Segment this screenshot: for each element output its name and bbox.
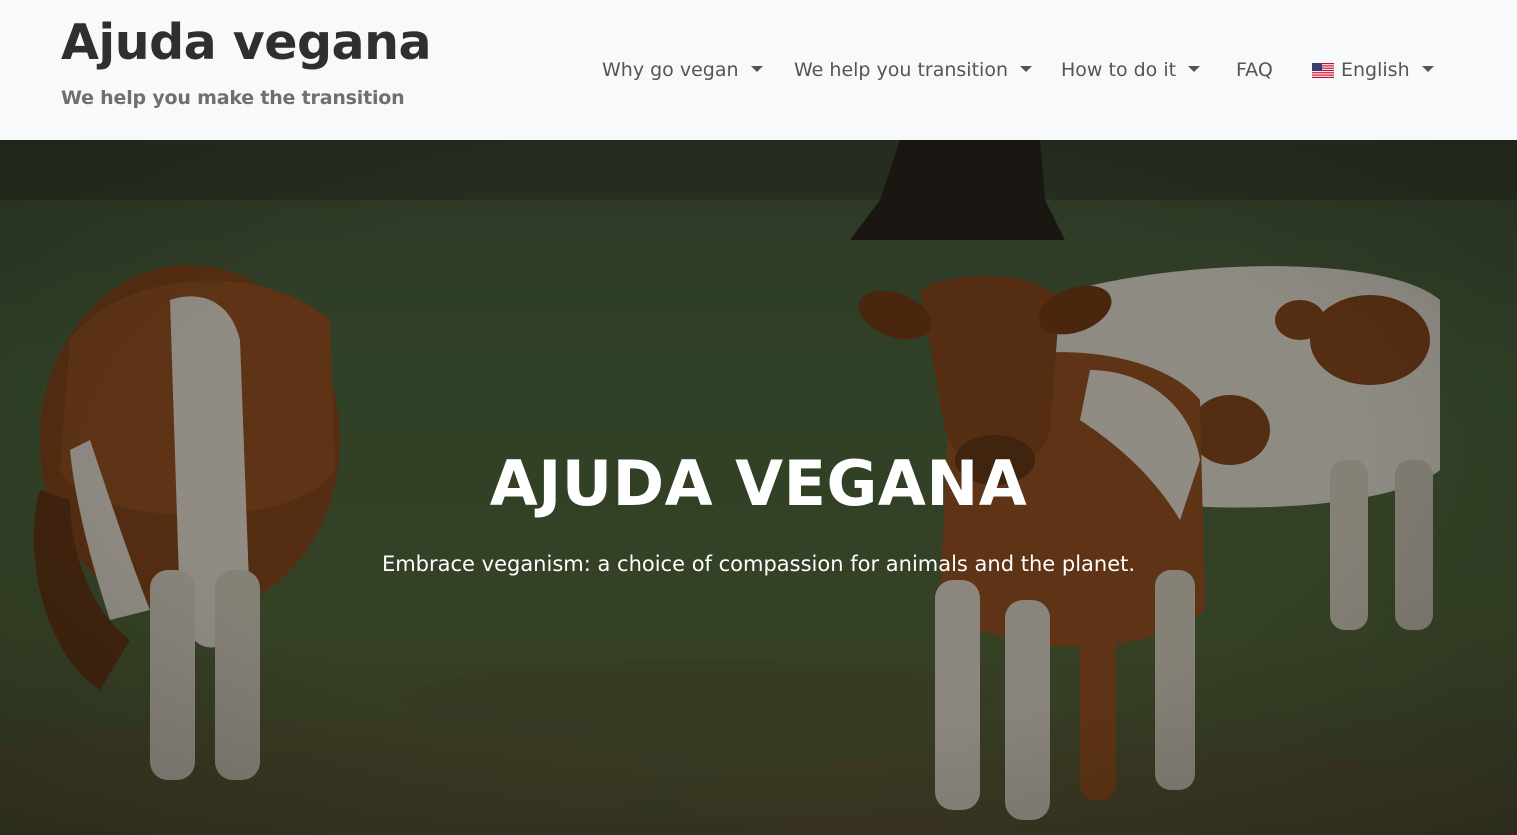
caret-down-icon bbox=[1019, 66, 1032, 72]
language-selector[interactable]: English bbox=[1312, 55, 1434, 85]
nav-item-we-help-you-transition[interactable]: We help you transition bbox=[794, 55, 1032, 85]
language-label: English bbox=[1341, 59, 1410, 81]
site-tagline: We help you make the transition bbox=[61, 87, 405, 109]
caret-down-icon bbox=[1421, 66, 1434, 72]
caret-down-icon bbox=[750, 66, 763, 72]
nav-item-label: Why go vegan bbox=[602, 59, 739, 81]
nav-item-label: We help you transition bbox=[794, 59, 1008, 81]
us-flag-icon bbox=[1312, 62, 1334, 78]
nav-item-why-go-vegan[interactable]: Why go vegan bbox=[602, 55, 763, 85]
navbar: Ajuda vegana We help you make the transi… bbox=[0, 0, 1517, 140]
main-nav: Why go vegan We help you transition How … bbox=[0, 55, 1517, 85]
nav-item-label: FAQ bbox=[1236, 59, 1273, 81]
caret-down-icon bbox=[1188, 66, 1201, 72]
nav-item-label: How to do it bbox=[1061, 59, 1177, 81]
hero-tagline: Embrace veganism: a choice of compassion… bbox=[381, 552, 1136, 576]
nav-item-faq[interactable]: FAQ bbox=[1236, 55, 1273, 85]
hero-banner: AJUDA VEGANA Embrace veganism: a choice … bbox=[0, 140, 1517, 835]
nav-item-how-to-do-it[interactable]: How to do it bbox=[1061, 55, 1201, 85]
hero-title: AJUDA VEGANA bbox=[489, 446, 1028, 520]
